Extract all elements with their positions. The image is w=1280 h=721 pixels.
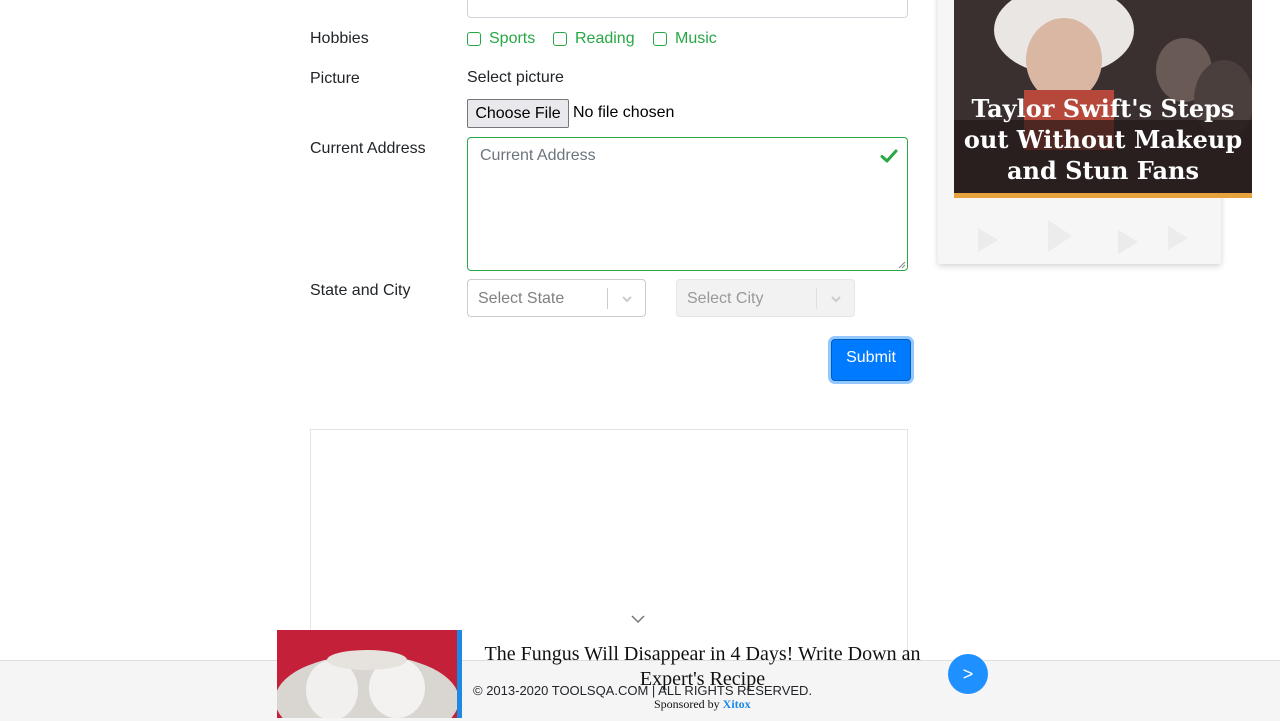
sponsored-prefix: Sponsored by [654,697,720,711]
bottom-ad-photo [277,630,459,718]
picture-label: Picture [310,70,360,87]
sponsor-link[interactable]: Xitox [723,697,751,711]
state-select[interactable]: Select State [467,279,646,317]
city-separator [816,288,817,309]
bottom-ad-strip [457,630,462,718]
sports-checkbox[interactable] [467,32,481,46]
select-picture-label: Select picture [467,69,564,86]
subjects-input[interactable] [467,0,908,18]
side-ad-accent-bar [954,193,1252,198]
chevron-down-icon[interactable] [829,292,843,306]
music-checkbox[interactable] [653,32,667,46]
city-placeholder: Select City [687,290,764,307]
hobby-music[interactable]: Music [653,30,717,48]
check-icon [880,149,898,163]
resize-grip-icon[interactable] [898,261,906,269]
bottom-ad-title[interactable]: The Fungus Will Disappear in 4 Days! Wri… [475,642,930,692]
music-label[interactable]: Music [675,30,717,48]
bottom-ad-image[interactable] [277,630,459,718]
state-separator [607,288,608,309]
address-placeholder: Current Address [480,147,596,164]
chevron-down-icon[interactable] [620,292,634,306]
city-select[interactable]: Select City [676,279,855,317]
hobbies-label: Hobbies [310,30,369,47]
hobby-reading[interactable]: Reading [553,30,635,48]
sports-label[interactable]: Sports [489,30,535,48]
sponsored-line: Sponsored by Xitox [654,697,751,712]
state-city-label: State and City [310,282,411,299]
file-status: No file chosen [573,104,675,121]
submit-button[interactable]: Submit [831,339,911,381]
reading-label[interactable]: Reading [575,30,635,48]
side-ad-caption[interactable]: Taylor Swift's Steps out Without Makeup … [962,93,1244,186]
current-address-label: Current Address [310,140,426,157]
current-address-textarea[interactable]: Current Address [467,137,908,271]
choose-file-button[interactable]: Choose File [467,99,569,128]
next-ad-button[interactable]: > [948,654,988,694]
reading-checkbox[interactable] [553,32,567,46]
chevron-down-icon[interactable] [631,614,645,624]
state-placeholder: Select State [478,290,565,307]
hobby-sports[interactable]: Sports [467,30,535,48]
